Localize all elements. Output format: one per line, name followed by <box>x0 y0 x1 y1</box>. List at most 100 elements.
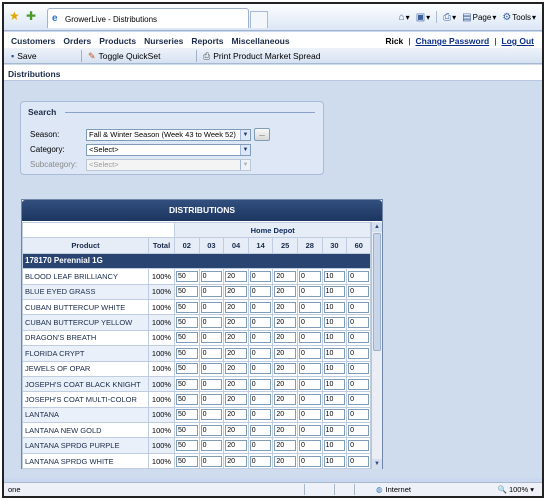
distribution-input[interactable]: 10 <box>323 301 346 313</box>
distribution-input[interactable]: 50 <box>176 455 198 467</box>
distribution-input[interactable]: 20 <box>274 363 296 375</box>
menu-item-nurseries[interactable]: Nurseries <box>144 36 183 46</box>
distribution-input[interactable]: 0 <box>348 286 370 298</box>
distribution-input[interactable]: 50 <box>176 347 198 359</box>
distribution-input[interactable]: 0 <box>249 440 272 452</box>
distribution-input[interactable]: 20 <box>225 270 247 282</box>
distribution-input[interactable]: 0 <box>200 363 223 375</box>
distribution-input[interactable]: 50 <box>176 409 198 421</box>
distribution-input[interactable]: 0 <box>348 424 370 436</box>
column-header-store[interactable]: 60 <box>346 237 371 254</box>
distribution-input[interactable]: 10 <box>323 286 346 298</box>
toggle-quickset-button[interactable]: ✎ Toggle QuickSet <box>84 49 164 63</box>
distribution-input[interactable]: 0 <box>249 286 272 298</box>
distribution-input[interactable]: 10 <box>323 332 346 344</box>
distribution-input[interactable]: 10 <box>323 424 346 436</box>
distribution-input[interactable]: 20 <box>274 409 296 421</box>
column-header-total[interactable]: Total <box>148 237 175 254</box>
distribution-input[interactable]: 0 <box>348 440 370 452</box>
distribution-input[interactable]: 0 <box>200 424 223 436</box>
distribution-input[interactable]: 20 <box>274 424 296 436</box>
page-menu[interactable]: ▤ Page ▾ <box>462 12 496 23</box>
column-header-product[interactable]: Product <box>22 237 149 254</box>
favorites-star-icon[interactable]: ★ <box>9 10 20 22</box>
distribution-input[interactable]: 0 <box>249 455 272 467</box>
distribution-input[interactable]: 20 <box>225 347 247 359</box>
change-password-link[interactable]: Change Password <box>416 36 490 46</box>
distribution-input[interactable]: 0 <box>298 270 321 282</box>
distribution-input[interactable]: 50 <box>176 393 198 405</box>
distribution-input[interactable]: 0 <box>200 378 223 390</box>
distribution-input[interactable]: 20 <box>274 317 296 329</box>
distribution-input[interactable]: 0 <box>348 409 370 421</box>
add-favorites-icon[interactable]: ✚ <box>26 10 36 22</box>
distribution-input[interactable]: 10 <box>323 270 346 282</box>
distribution-input[interactable]: 20 <box>225 332 247 344</box>
season-browse-button[interactable]: ... <box>254 128 270 141</box>
menu-item-miscellaneous[interactable]: Miscellaneous <box>231 36 289 46</box>
distribution-input[interactable]: 0 <box>298 286 321 298</box>
distribution-input[interactable]: 0 <box>249 301 272 313</box>
distribution-input[interactable]: 20 <box>274 270 296 282</box>
menu-item-reports[interactable]: Reports <box>191 36 223 46</box>
scroll-down-icon[interactable]: ▼ <box>372 459 382 469</box>
distribution-input[interactable]: 0 <box>200 317 223 329</box>
distribution-input[interactable]: 0 <box>200 347 223 359</box>
scrollbar-thumb[interactable] <box>373 233 381 351</box>
distribution-input[interactable]: 20 <box>225 393 247 405</box>
scroll-up-icon[interactable]: ▲ <box>372 222 382 232</box>
distribution-input[interactable]: 0 <box>298 301 321 313</box>
distribution-input[interactable]: 10 <box>323 455 346 467</box>
distribution-input[interactable]: 10 <box>323 363 346 375</box>
distribution-input[interactable]: 0 <box>249 393 272 405</box>
distribution-input[interactable]: 0 <box>249 378 272 390</box>
distribution-input[interactable]: 50 <box>176 332 198 344</box>
distribution-input[interactable]: 50 <box>176 424 198 436</box>
distribution-input[interactable]: 0 <box>298 440 321 452</box>
distribution-input[interactable]: 50 <box>176 286 198 298</box>
distribution-input[interactable]: 0 <box>348 301 370 313</box>
distribution-input[interactable]: 20 <box>274 286 296 298</box>
distribution-input[interactable]: 20 <box>225 317 247 329</box>
zoom-level[interactable]: 🔍 100% ▾ <box>498 485 534 494</box>
distribution-input[interactable]: 0 <box>348 455 370 467</box>
chevron-down-icon[interactable]: ▼ <box>240 129 250 140</box>
distribution-input[interactable]: 0 <box>249 424 272 436</box>
distribution-input[interactable]: 20 <box>274 332 296 344</box>
distribution-input[interactable]: 0 <box>200 455 223 467</box>
distribution-input[interactable]: 0 <box>249 332 272 344</box>
distribution-input[interactable]: 20 <box>274 378 296 390</box>
distribution-input[interactable]: 0 <box>200 301 223 313</box>
column-header-store[interactable]: 02 <box>174 237 200 254</box>
distribution-input[interactable]: 0 <box>298 317 321 329</box>
distribution-input[interactable]: 10 <box>323 317 346 329</box>
print-market-spread-button[interactable]: ⎙ Print Product Market Spread <box>199 49 324 63</box>
distribution-input[interactable]: 0 <box>298 363 321 375</box>
distribution-input[interactable]: 20 <box>225 301 247 313</box>
distribution-input[interactable]: 0 <box>298 378 321 390</box>
distribution-input[interactable]: 50 <box>176 363 198 375</box>
distribution-input[interactable]: 20 <box>274 455 296 467</box>
distribution-input[interactable]: 0 <box>348 378 370 390</box>
distribution-input[interactable]: 10 <box>323 393 346 405</box>
chevron-down-icon[interactable]: ▼ <box>240 144 250 155</box>
print-button[interactable]: ⎙ ▾ <box>443 12 456 23</box>
feeds-button[interactable]: ▣ ▾ <box>416 12 430 23</box>
distribution-input[interactable]: 0 <box>200 286 223 298</box>
distribution-input[interactable]: 0 <box>200 440 223 452</box>
distribution-input[interactable]: 0 <box>348 393 370 405</box>
column-header-store[interactable]: 30 <box>321 237 348 254</box>
distribution-input[interactable]: 0 <box>348 332 370 344</box>
tools-menu[interactable]: ⚙ Tools ▾ <box>502 12 536 23</box>
home-button[interactable]: ⌂ ▾ <box>399 12 410 23</box>
column-header-store[interactable]: 14 <box>247 237 274 254</box>
distribution-input[interactable]: 0 <box>298 332 321 344</box>
distribution-input[interactable]: 0 <box>298 347 321 359</box>
distribution-input[interactable]: 0 <box>200 332 223 344</box>
distribution-input[interactable]: 0 <box>348 347 370 359</box>
distribution-input[interactable]: 10 <box>323 409 346 421</box>
menu-item-orders[interactable]: Orders <box>63 36 91 46</box>
distribution-input[interactable]: 20 <box>274 301 296 313</box>
distribution-input[interactable]: 50 <box>176 440 198 452</box>
distribution-input[interactable]: 20 <box>225 363 247 375</box>
